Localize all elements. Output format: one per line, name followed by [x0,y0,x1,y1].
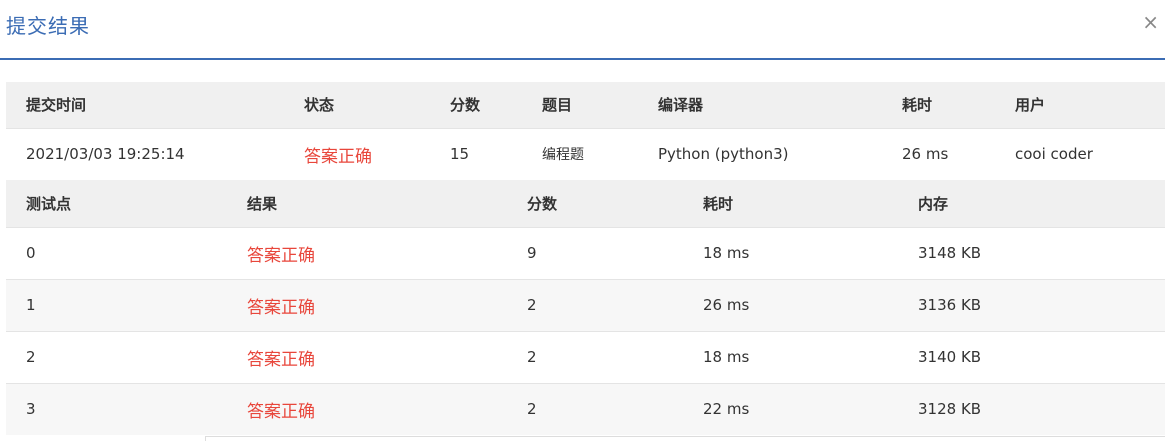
test-cases-table: 测试点 结果 分数 耗时 内存 0 答案正确 9 18 ms 3148 KB 1 [6,180,1165,435]
user-link[interactable]: cooi coder [995,128,1165,180]
score-value: 15 [450,145,470,164]
header-problem: 题目 [542,96,573,115]
header-submit-time: 提交时间 [26,96,87,115]
case-memory: 3140 KB [918,348,982,366]
header-elapsed: 耗时 [902,96,933,115]
case-score: 2 [527,348,537,366]
problem-link[interactable]: 编程题 [522,128,638,180]
case-id: 2 [26,348,36,366]
case-time: 22 ms [703,400,750,419]
header-case-time: 耗时 [703,194,734,213]
close-icon[interactable]: × [1142,10,1159,34]
case-memory: 3136 KB [918,296,982,314]
status-text: 答案正确 [304,146,372,167]
case-memory: 3128 KB [918,400,982,419]
dialog-header: 提交结果 × [0,0,1165,60]
header-status: 状态 [304,96,335,115]
case-score: 2 [527,400,537,419]
header-memory: 内存 [918,194,949,213]
header-case-score: 分数 [527,194,558,213]
case-time: 18 ms [703,244,750,262]
table-row: 0 答案正确 9 18 ms 3148 KB [6,227,1165,279]
header-result: 结果 [247,194,278,213]
case-result: 答案正确 [247,245,315,266]
case-result: 答案正确 [247,401,315,422]
case-id: 3 [26,400,36,419]
summary-table: 提交时间 状态 分数 题目 编译器 耗时 用户 2021/03/03 19:25… [6,82,1165,180]
cases-header-row: 测试点 结果 分数 耗时 内存 [6,180,1165,227]
case-id: 1 [26,296,36,314]
table-row: 2 答案正确 2 18 ms 3140 KB [6,331,1165,383]
case-time: 26 ms [703,296,750,314]
case-score: 9 [527,244,537,262]
table-row: 3 答案正确 2 22 ms 3128 KB [6,383,1165,435]
header-score: 分数 [450,96,481,115]
case-result: 答案正确 [247,349,315,370]
table-row: 1 答案正确 2 26 ms 3136 KB [6,279,1165,331]
submission-result-dialog: 提交结果 × 提交时间 状态 分数 题目 编译器 耗时 用户 2021/03/0… [0,0,1165,441]
case-memory: 3148 KB [918,244,982,262]
submit-time: 2021/03/03 19:25:14 [26,145,185,164]
case-id: 0 [26,244,36,262]
dialog-title: 提交结果 [6,14,90,38]
case-time: 18 ms [703,348,750,366]
case-score: 2 [527,296,537,314]
result-tables: 提交时间 状态 分数 题目 编译器 耗时 用户 2021/03/03 19:25… [6,82,1165,435]
header-user: 用户 [1015,96,1046,115]
case-result: 答案正确 [247,297,315,318]
horizontal-scrollbar[interactable] [205,436,1165,441]
header-compiler: 编译器 [658,96,704,115]
compiler-value: Python (python3) [658,145,789,164]
elapsed-value: 26 ms [902,145,949,164]
summary-header-row: 提交时间 状态 分数 题目 编译器 耗时 用户 [6,82,1165,128]
header-test-point: 测试点 [26,194,72,213]
summary-row: 2021/03/03 19:25:14 答案正确 15 编程题 Python (… [6,128,1165,180]
